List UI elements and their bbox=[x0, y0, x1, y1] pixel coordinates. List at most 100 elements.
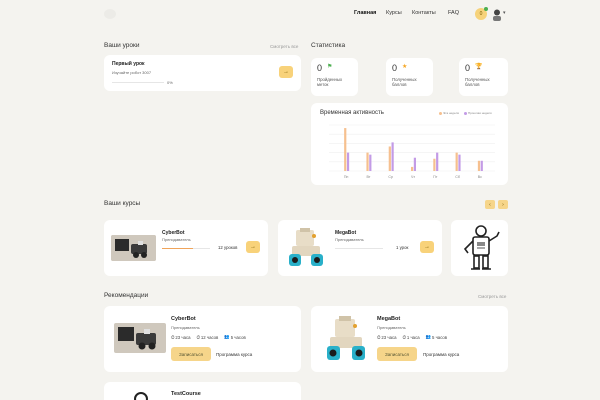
stat-value: 0 bbox=[317, 63, 323, 73]
bar-this-week bbox=[344, 128, 347, 171]
rec-name: CyberBot bbox=[171, 316, 196, 322]
robot-illustration bbox=[463, 225, 500, 270]
course-name: MegaBot bbox=[335, 230, 357, 236]
program-link[interactable]: Программа курса bbox=[423, 352, 459, 357]
stat-card: 0 ★ Полученных баллов bbox=[386, 58, 433, 96]
course-card-megabot[interactable]: MegaBot Преподаватель 1 урок → bbox=[278, 220, 442, 276]
course-progress-fill bbox=[162, 248, 194, 249]
enroll-button[interactable]: Записаться bbox=[171, 347, 211, 361]
bell-icon: 0 bbox=[479, 11, 483, 17]
rec-teacher: Преподаватель bbox=[171, 325, 200, 330]
rec-meta: ⏱ 23 часа ⏱ 1 часа 👥 5 часов bbox=[377, 334, 447, 340]
lesson-progress-track bbox=[112, 82, 164, 83]
avatar[interactable] bbox=[492, 8, 502, 21]
flag-icon: ⚑ bbox=[327, 64, 333, 70]
courses-next-button[interactable]: › bbox=[498, 200, 508, 209]
course-open-button[interactable]: → bbox=[420, 241, 434, 253]
stats-title: Статистика bbox=[311, 42, 346, 49]
stat-label: Полученных баллов bbox=[392, 77, 417, 87]
users-icon-group: 👥 5 часов bbox=[425, 334, 448, 340]
course-teacher: Преподаватель bbox=[162, 237, 191, 242]
logo[interactable] bbox=[104, 9, 116, 19]
course-lessons: 12 уроков bbox=[218, 245, 238, 250]
bar-last-week bbox=[436, 152, 439, 171]
lesson-subtitle: Изучайте робот 3007 bbox=[112, 70, 152, 75]
stat-label-line2: баллов bbox=[392, 82, 407, 87]
rec-name: MegaBot bbox=[377, 316, 401, 322]
recs-see-all[interactable]: Смотреть все bbox=[478, 294, 506, 299]
nav-courses[interactable]: Курсы bbox=[386, 10, 402, 16]
chevron-down-icon[interactable]: ▾ bbox=[503, 10, 506, 16]
stat-label-line2: баллов bbox=[465, 82, 480, 87]
bar-this-week bbox=[388, 146, 391, 171]
testcourse-image bbox=[134, 392, 148, 400]
course-card-partial[interactable] bbox=[451, 220, 508, 276]
x-tick-label: Вс bbox=[478, 175, 482, 179]
course-progress-track bbox=[162, 248, 210, 249]
nav-contacts[interactable]: Контакты bbox=[412, 10, 436, 16]
notification-dot bbox=[484, 7, 488, 11]
clock-icon-group: ⏱ 12 часов bbox=[196, 334, 219, 340]
rec-card-testcourse[interactable]: TestCourse bbox=[104, 382, 301, 400]
lessons-title: Ваши уроки bbox=[104, 42, 140, 49]
x-tick-label: Чт bbox=[411, 175, 415, 179]
recs-title: Рекомендации bbox=[104, 292, 149, 299]
course-teacher: Преподаватель bbox=[335, 237, 364, 242]
bar-last-week bbox=[458, 154, 461, 171]
rec-card-megabot[interactable]: MegaBot Преподаватель ⏱ 23 часа ⏱ 1 часа 👥… bbox=[311, 306, 508, 372]
bar-last-week bbox=[346, 152, 350, 171]
rec-name: TestCourse bbox=[171, 391, 201, 397]
stat-card: 0 🏆 Полученных баллов bbox=[459, 58, 508, 96]
bar-this-week bbox=[455, 152, 458, 171]
megabot-image bbox=[284, 226, 330, 270]
bar-this-week bbox=[433, 158, 436, 171]
lesson-open-button[interactable]: → bbox=[279, 66, 293, 78]
nav-faq[interactable]: FAQ bbox=[448, 10, 459, 16]
course-name: CyberBot bbox=[162, 230, 185, 236]
activity-chart: Пн Вт Ср Чт Пт Сб Вс bbox=[329, 124, 495, 179]
courses-prev-button[interactable]: ‹ bbox=[485, 200, 495, 209]
program-link[interactable]: Программа курса bbox=[216, 352, 252, 357]
enroll-button[interactable]: Записаться bbox=[377, 347, 417, 361]
lesson-progress-label: 0% bbox=[167, 80, 173, 85]
users-icon-group: 👥 5 часов bbox=[224, 334, 246, 340]
clock-icon-group: ⏱ 1 часа bbox=[402, 334, 420, 340]
stat-value: 0 bbox=[465, 63, 471, 73]
cyberbot-image bbox=[114, 323, 166, 353]
x-tick-label: Пт bbox=[433, 175, 438, 179]
stat-label: Пройденных меток bbox=[317, 77, 342, 87]
bar-last-week bbox=[413, 157, 416, 171]
clock-icon-group: ⏱ 23 часа bbox=[171, 334, 191, 340]
rec-teacher: Преподаватель bbox=[377, 325, 406, 330]
bar-last-week bbox=[391, 142, 394, 171]
stat-card: 0 ⚑ Пройденных меток bbox=[311, 58, 358, 96]
bar-this-week bbox=[366, 152, 369, 171]
activity-card: Временная активность Эта неделя Прошлая … bbox=[311, 103, 508, 185]
x-tick-label: Вт bbox=[366, 175, 370, 179]
course-card-cyberbot[interactable]: CyberBot Преподаватель 12 уроков → bbox=[104, 220, 268, 276]
lesson-title: Первый урок bbox=[112, 61, 145, 67]
trophy-icon: 🏆 bbox=[475, 64, 483, 70]
rec-meta: ⏱ 23 часа ⏱ 12 часов 👥 5 часов bbox=[171, 334, 246, 340]
bar-this-week bbox=[411, 166, 414, 171]
x-tick-label: Пн bbox=[344, 175, 349, 179]
x-tick-label: Сб bbox=[455, 175, 460, 179]
star-icon: ★ bbox=[402, 64, 408, 70]
lessons-see-all[interactable]: Смотреть все bbox=[270, 44, 298, 49]
notifications-button[interactable]: 0 bbox=[475, 7, 488, 20]
rec-card-cyberbot[interactable]: CyberBot Преподаватель ⏱ 23 часа ⏱ 12 часо… bbox=[104, 306, 301, 372]
course-progress-track bbox=[335, 248, 383, 249]
nav-home[interactable]: Главная bbox=[354, 10, 376, 16]
stat-value: 0 bbox=[392, 63, 398, 73]
lesson-card[interactable]: Первый урок Изучайте робот 3007 0% → bbox=[104, 55, 301, 91]
bar-last-week bbox=[480, 160, 483, 171]
bar-last-week bbox=[369, 154, 372, 171]
clock-icon-group: ⏱ 23 часа bbox=[377, 334, 397, 340]
cyberbot-image bbox=[111, 235, 156, 261]
stat-label-line2: меток bbox=[317, 82, 329, 87]
stat-label: Полученных баллов bbox=[465, 77, 490, 87]
megabot-image bbox=[321, 314, 373, 364]
course-open-button[interactable]: → bbox=[246, 241, 260, 253]
x-tick-label: Ср bbox=[388, 175, 393, 179]
bar-this-week bbox=[477, 160, 481, 171]
